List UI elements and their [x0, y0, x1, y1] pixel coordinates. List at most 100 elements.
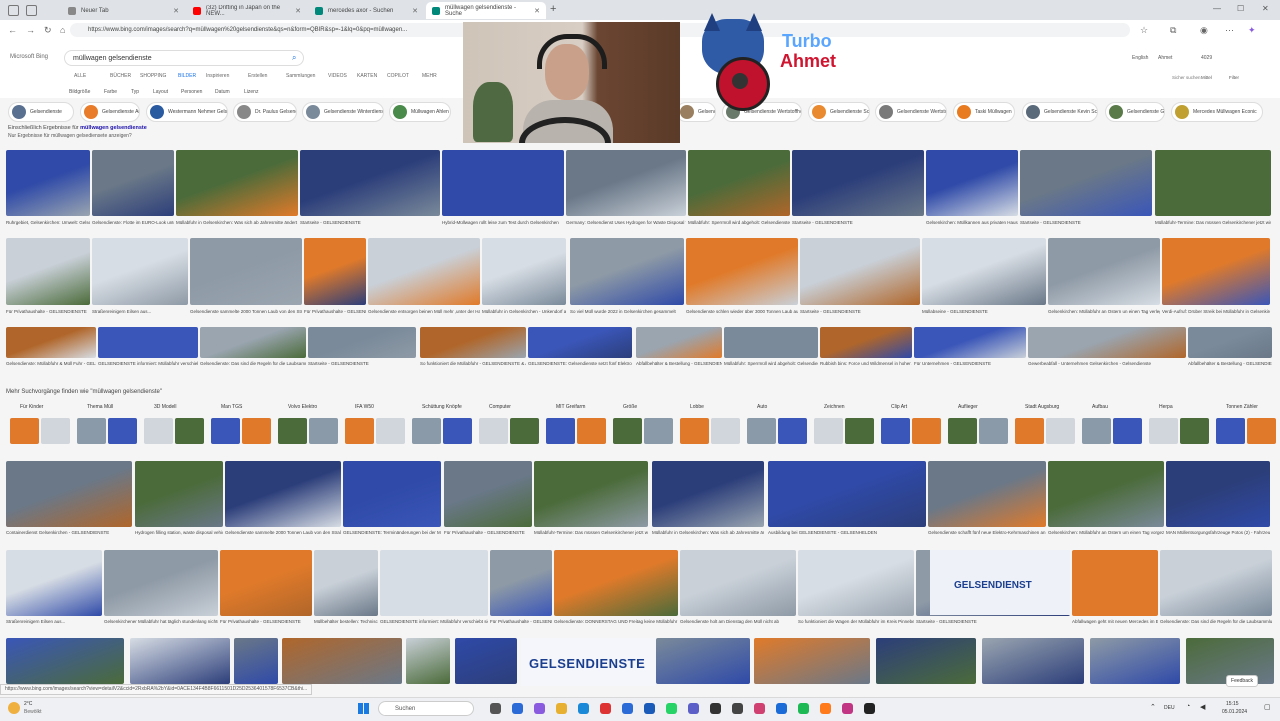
related-search-item[interactable]: Auto — [747, 404, 807, 448]
image-caption[interactable]: Startseite - GELSENDIENSTE — [300, 220, 440, 225]
tab-karten[interactable]: KARTEN — [357, 73, 377, 79]
related-chip[interactable]: Taski Müllwagen — [953, 102, 1015, 122]
teams-icon[interactable] — [688, 703, 699, 714]
image-result[interactable] — [176, 150, 298, 216]
image-result[interactable] — [442, 150, 564, 216]
related-search-item[interactable]: Lobbe — [680, 404, 740, 448]
image-caption[interactable]: Hybrid-Müllwagen rollt leise zum Test du… — [442, 220, 564, 225]
favorites-icon[interactable]: ☆ — [1140, 25, 1148, 36]
image-caption[interactable]: Rubbish bins: Force und Wildmensel in ho… — [820, 361, 912, 366]
image-caption[interactable]: Gelsendienste sammelte 2000 Tonnen Laub … — [225, 530, 341, 535]
related-search-item[interactable]: Auflieger — [948, 404, 1008, 448]
close-window-icon[interactable]: ✕ — [1262, 4, 1269, 13]
related-search-item[interactable]: Für Kinder — [10, 404, 70, 448]
image-caption[interactable]: GELSENDIENSTE: Gelsendienste setzt fünf … — [528, 361, 632, 366]
image-result[interactable] — [406, 638, 450, 684]
related-search-item[interactable]: Thema Müll — [77, 404, 137, 448]
store-icon[interactable] — [622, 703, 633, 714]
image-result[interactable] — [768, 461, 926, 527]
tab-inspirieren[interactable]: Inspirieren — [206, 73, 229, 79]
extensions-icon[interactable]: ⧉ — [1170, 25, 1176, 36]
image-result[interactable] — [636, 327, 722, 358]
tab-alle[interactable]: ALLE — [74, 73, 86, 79]
related-search-item[interactable]: Stadt Augsburg — [1015, 404, 1075, 448]
image-result[interactable] — [6, 150, 90, 216]
image-caption[interactable]: Gelsendienste: Müllabfuhr & Müll Fuhr - … — [6, 361, 96, 366]
image-caption[interactable]: Gelsenkirchen: Müllabfuhr an Ostern um e… — [1048, 530, 1164, 535]
image-result[interactable] — [380, 550, 488, 616]
tab-active-search[interactable]: müllwagen gelsendienste - Suche ✕ — [426, 2, 546, 19]
bing-logo[interactable]: Microsoft Bing — [10, 54, 48, 60]
tab-videos[interactable]: VIDEOS — [328, 73, 347, 79]
image-caption[interactable]: Straßenreinigern Eilsen aus... — [6, 619, 102, 624]
language-link[interactable]: English — [1132, 55, 1148, 61]
tray-date[interactable]: 05.01.2024 — [1222, 709, 1247, 715]
image-caption[interactable]: So viel Müll wurde 2022 in Gelsenkirchen… — [570, 309, 684, 314]
related-search-item[interactable]: Clip Art — [881, 404, 941, 448]
tab-actions-icon[interactable] — [8, 5, 19, 16]
image-result[interactable] — [724, 327, 818, 358]
whatsapp-icon[interactable] — [666, 703, 677, 714]
image-result[interactable] — [482, 238, 566, 305]
tray-time[interactable]: 15:15 — [1226, 701, 1239, 707]
tab-youtube[interactable]: (32) Drifting in Japan on the NEW... ✕ — [187, 2, 307, 19]
image-result[interactable] — [98, 327, 198, 358]
image-result[interactable] — [234, 638, 278, 684]
related-chip[interactable]: Gelsendienste Aufgaben — [80, 102, 140, 122]
feedback-button[interactable]: Feedback — [1226, 675, 1258, 687]
related-chip[interactable]: Gelsendienste Kevin Schwelmus — [1022, 102, 1098, 122]
notification-icon[interactable]: ▢ — [1264, 703, 1271, 711]
widgets-icon[interactable] — [512, 703, 523, 714]
image-result[interactable] — [754, 638, 870, 684]
mail-icon[interactable] — [776, 703, 787, 714]
chrome-icon[interactable] — [600, 703, 611, 714]
filter-typ[interactable]: Typ — [131, 89, 139, 95]
image-caption[interactable]: Müllabfuhr in Gelsenkirchen: Was sich ab… — [652, 530, 764, 535]
image-result[interactable] — [190, 238, 302, 305]
wifi-icon[interactable]: ◔ — [1186, 703, 1190, 710]
filter-button[interactable]: Filter — [1229, 75, 1239, 80]
image-caption[interactable]: Müllabfuhr: Sperrmüll wird abgeholt: Gel… — [688, 220, 790, 225]
image-result[interactable] — [200, 327, 306, 358]
image-result[interactable] — [566, 150, 686, 216]
image-caption[interactable]: Gelsendienste: Das sind die Regeln für d… — [200, 361, 306, 366]
image-caption[interactable]: Müllabfuhr: Sperrmüll wird abgeholt: Gel… — [724, 361, 818, 366]
image-caption[interactable]: GELSENDIENSTE informiert: Müllabfuhr ver… — [380, 619, 488, 624]
photos-icon[interactable] — [754, 703, 765, 714]
results-note-query[interactable]: müllwagen gelsendienste — [80, 125, 147, 131]
related-chip[interactable]: Gelsendienste — [8, 102, 74, 122]
image-result[interactable] — [1048, 461, 1164, 527]
image-caption[interactable]: Müllabfuhr-Termine: Das müssen Gelsenkir… — [1155, 220, 1271, 225]
image-caption[interactable]: So funktioniert die Wagen der Müllabfuhr… — [798, 619, 914, 624]
image-result[interactable] — [135, 461, 223, 527]
image-result[interactable] — [914, 327, 1026, 358]
tray-lang[interactable]: DEU — [1164, 705, 1175, 711]
image-result[interactable] — [680, 550, 796, 616]
related-search-item[interactable]: Volvo Elektro — [278, 404, 338, 448]
image-caption[interactable]: Verdi-Aufruf: Drüber Streik bei Müllabfu… — [1162, 309, 1270, 314]
image-result[interactable] — [1072, 550, 1158, 616]
related-search-item[interactable]: Aufbau — [1082, 404, 1142, 448]
image-result[interactable] — [444, 461, 532, 527]
image-result[interactable] — [656, 638, 750, 684]
image-result[interactable] — [800, 238, 920, 305]
related-search-item[interactable]: Tonnen Zähler — [1216, 404, 1276, 448]
image-result[interactable] — [104, 550, 218, 616]
editor-icon[interactable] — [732, 703, 743, 714]
image-result[interactable] — [928, 461, 1046, 527]
image-caption[interactable]: Müllabfuhr in Gelsenkirchen: Was sich ab… — [176, 220, 298, 225]
image-caption[interactable]: Ausbildung bei GELSENDIENSTE - GELSENHEL… — [768, 530, 926, 535]
image-caption[interactable]: Für Privathaushalte - GELSENDIENSTE — [6, 309, 90, 314]
image-result[interactable] — [820, 327, 912, 358]
image-result[interactable] — [300, 150, 440, 216]
image-result[interactable] — [1162, 238, 1270, 305]
tab-sammlungen[interactable]: Sammlungen — [286, 73, 315, 79]
close-icon[interactable]: ✕ — [534, 7, 540, 15]
results-note-alt[interactable]: Nur Ergebnisse für müllwagen gelsediense… — [8, 133, 132, 139]
tab-new-tab[interactable]: Neuer Tab ✕ — [62, 2, 185, 19]
image-result[interactable] — [652, 461, 764, 527]
image-result[interactable] — [368, 238, 480, 305]
tab-bilder[interactable]: BILDER — [178, 73, 196, 79]
search-icon[interactable]: ⌕ — [292, 53, 296, 63]
image-caption[interactable]: GELSENDIENSTE informiert: Müllabfuhr ver… — [98, 361, 198, 366]
